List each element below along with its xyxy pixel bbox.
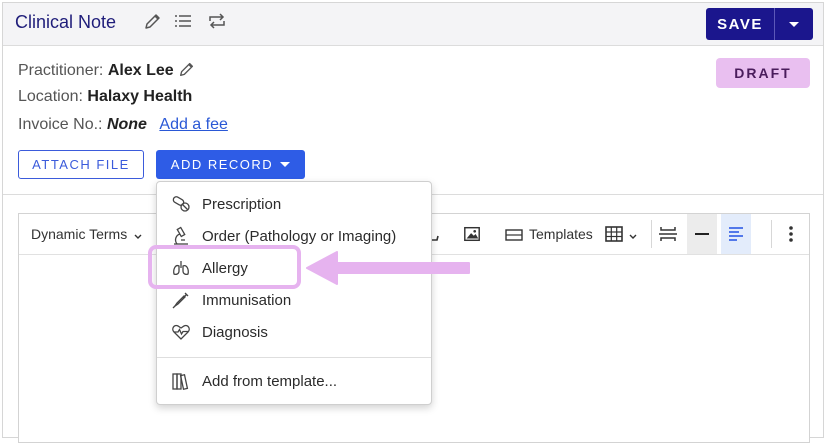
save-button-group: SAVE [706,8,813,40]
dynamic-terms-dropdown[interactable]: Dynamic Terms [31,214,143,254]
menu-item-label: Immunisation [202,291,292,309]
menu-item-label: Diagnosis [202,323,268,341]
menu-item-diagnosis[interactable]: Diagnosis [157,317,431,347]
note-header: Clinical Note SAVE [3,3,823,46]
location-row: Location: Halaxy Health [18,88,192,106]
microscope-icon [171,226,191,246]
invoice-label: Invoice No.: [18,116,103,133]
menu-item-immunisation[interactable]: Immunisation [157,285,431,315]
table-insert-dropdown[interactable] [605,214,638,254]
toolbar-separator [651,220,652,248]
menu-divider [157,357,431,358]
books-icon [171,371,191,391]
syringe-icon [171,290,191,310]
add-record-button[interactable]: ADD RECORD [156,150,305,179]
allergy-highlight-annotation [148,245,301,289]
menu-item-label: Add from template... [202,372,338,390]
chevron-down-icon [133,229,143,239]
heart-pulse-icon [171,322,191,342]
more-options-icon[interactable] [781,214,801,254]
add-record-label: ADD RECORD [170,157,274,172]
toolbar-separator [771,220,772,248]
invoice-row: Invoice No.: None Add a fee [18,116,228,134]
practitioner-name: Alex Lee [107,62,174,79]
templates-label: Templates [529,226,593,242]
menu-item-add-from-template[interactable]: Add from template... [157,366,431,396]
table-icon [605,225,623,243]
dynamic-terms-label: Dynamic Terms [31,226,128,242]
repeat-icon[interactable] [207,11,227,31]
save-options-toggle[interactable] [775,8,813,40]
templates-button[interactable]: Templates [505,214,593,254]
practitioner-label: Practitioner: [18,62,104,79]
pencil-icon[interactable] [143,11,163,31]
list-icon[interactable] [173,11,193,31]
annotation-arrow-icon [306,251,470,285]
attach-file-button[interactable]: ATTACH FILE [18,150,144,179]
horizontal-rule-icon[interactable] [687,214,717,254]
image-icon[interactable] [463,214,483,254]
chevron-down-icon [628,229,638,239]
status-badge: DRAFT [716,58,810,88]
invoice-value: None [106,116,147,133]
practitioner-row: Practitioner: Alex Lee [18,60,196,80]
add-record-menu: Prescription Order (Pathology or Imaging… [156,181,432,405]
page-break-icon[interactable] [657,214,679,254]
menu-item-prescription[interactable]: Prescription [157,189,431,219]
location-label: Location: [18,88,83,105]
edit-practitioner-icon[interactable] [178,60,196,78]
save-button[interactable]: SAVE [706,8,775,40]
chevron-down-icon [280,162,291,167]
align-left-icon[interactable] [721,214,751,254]
template-icon [505,228,523,241]
menu-item-label: Order (Pathology or Imaging) [202,227,397,245]
page-title: Clinical Note [15,12,117,32]
chevron-down-icon [789,21,799,27]
add-fee-link[interactable]: Add a fee [159,116,228,133]
menu-item-label: Prescription [202,195,282,213]
location-value: Halaxy Health [87,88,193,105]
pills-icon [171,194,191,214]
